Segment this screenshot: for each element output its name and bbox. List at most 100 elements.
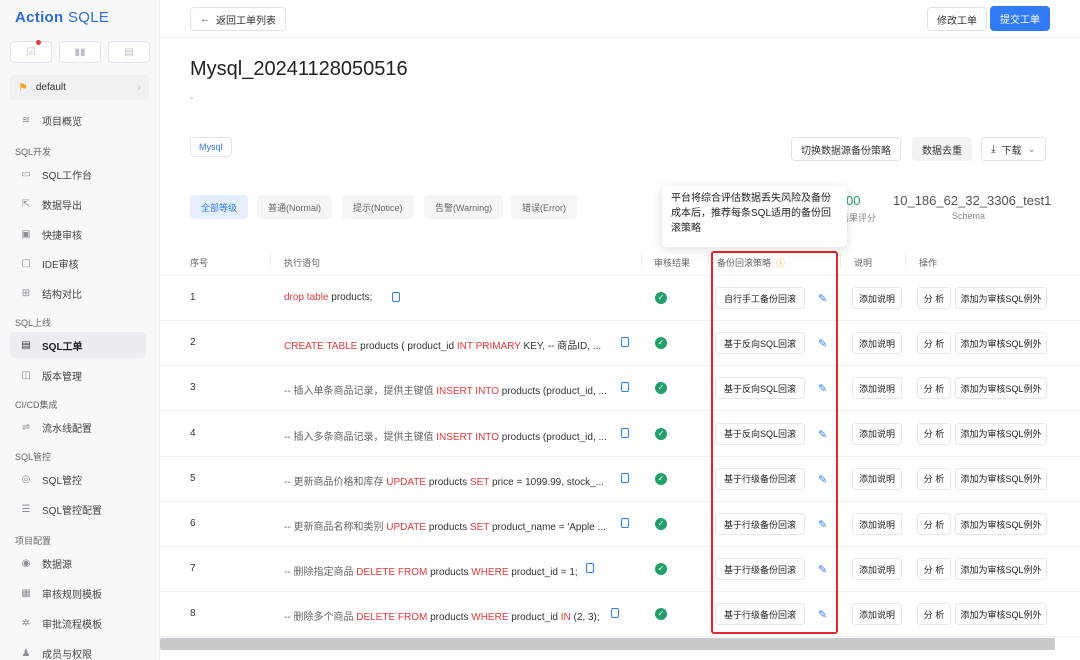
database-icon: ◉ [21, 557, 31, 569]
switch-backup-strategy-button[interactable]: 切换数据源备份策略 [791, 137, 901, 161]
row-number: 6 [190, 518, 196, 529]
sql-statement: -- 插入多条商品记录，提供主键值 INSERT INTO products (… [284, 431, 607, 443]
monitor-icon: ▭ [21, 168, 31, 180]
row-number: 8 [190, 608, 196, 620]
analyze-button[interactable]: 分 析 [917, 513, 951, 535]
add-description-button[interactable]: 添加说明 [852, 422, 902, 445]
nav-sql-workbench[interactable]: ▭ SQL工作台 [10, 161, 146, 187]
analyze-button[interactable]: 分 析 [917, 287, 951, 309]
analyze-button[interactable]: 分 析 [917, 467, 951, 490]
add-audit-exception-button[interactable]: 添加为审核SQL例外 [955, 422, 1047, 445]
members-icon: ♟ [21, 647, 31, 659]
table-row: 2 CREATE TABLE products ( product_id INT … [160, 321, 1080, 367]
level-filter-normal[interactable]: 普通(Normal) [257, 195, 332, 219]
add-description-button[interactable]: 添加说明 [852, 332, 902, 355]
nav-version-mgmt[interactable]: ◫ 版本管理 [10, 362, 146, 388]
add-description-button[interactable]: 添加说明 [852, 513, 902, 535]
level-filter-all[interactable]: 全部等级 [190, 195, 249, 219]
level-filter-warning[interactable]: 告警(Warning) [424, 195, 504, 219]
add-description-button[interactable]: 添加说明 [852, 467, 902, 490]
nav-members[interactable]: ♟ 成员与权限 [10, 640, 146, 660]
nav-ide-audit[interactable]: ▢ IDE审核 [10, 250, 146, 276]
modify-ticket-button[interactable]: 修改工单 [927, 7, 987, 31]
analyze-button[interactable]: 分 析 [917, 332, 951, 355]
compare-icon: ⊞ [21, 287, 31, 299]
sql-statement: -- 删除指定商品 DELETE FROM products WHERE pro… [284, 567, 578, 579]
nav-schema-compare[interactable]: ⊞ 结构对比 [10, 280, 146, 306]
top-bar: ← 返回工单列表 修改工单 提交工单 [160, 0, 1080, 38]
todo-icon[interactable]: ☑ [10, 40, 52, 63]
add-description-button[interactable]: 添加说明 [852, 558, 902, 581]
copy-icon[interactable] [611, 608, 619, 619]
nav-data-export[interactable]: ⇱ 数据导出 [10, 191, 146, 217]
nav-datasource[interactable]: ◉ 数据源 [10, 550, 146, 576]
check-circle-icon: ✓ [655, 427, 667, 440]
row-number: 2 [190, 337, 196, 349]
dedupe-button[interactable]: 数据去重 [912, 137, 972, 161]
level-filter-notice[interactable]: 提示(Notice) [342, 195, 414, 219]
col-description: 说明 [854, 258, 873, 268]
add-audit-exception-button[interactable]: 添加为审核SQL例外 [955, 377, 1047, 400]
nav-overview[interactable]: ≋ 项目概览 [10, 107, 146, 133]
nav-sql-control[interactable]: ◎ SQL管控 [10, 466, 146, 492]
document-icon[interactable]: ▤ [108, 41, 150, 63]
ticket-icon: ▤ [21, 339, 31, 351]
add-audit-exception-button[interactable]: 添加为审核SQL例外 [955, 332, 1047, 355]
level-filter-error[interactable]: 错误(Error) [511, 195, 577, 219]
sql-statement: -- 删除多个商品 DELETE FROM products WHERE pro… [284, 612, 600, 624]
analyze-button[interactable]: 分 析 [917, 603, 951, 626]
add-audit-exception-button[interactable]: 添加为审核SQL例外 [955, 513, 1047, 535]
check-circle-icon: ✓ [655, 518, 667, 530]
chart-icon[interactable]: ▮▮ [59, 41, 101, 63]
config-list-icon: ☰ [21, 503, 31, 515]
score-value: 00 [846, 193, 861, 208]
add-description-button[interactable]: 添加说明 [852, 377, 902, 400]
add-audit-exception-button[interactable]: 添加为审核SQL例外 [955, 287, 1047, 309]
schema-value: 10_186_62_32_3306_test1 [893, 193, 1052, 208]
analyze-button[interactable]: 分 析 [917, 422, 951, 445]
add-audit-exception-button[interactable]: 添加为审核SQL例外 [955, 603, 1047, 626]
analyze-button[interactable]: 分 析 [917, 558, 951, 581]
brand-logo[interactable]: Action SQLE [15, 9, 109, 26]
nav-sql-control-config[interactable]: ☰ SQL管控配置 [10, 496, 146, 522]
layers-icon: ≋ [21, 114, 31, 126]
col-divider [641, 253, 642, 269]
copy-icon[interactable] [621, 518, 629, 528]
ide-icon: ▢ [21, 257, 31, 269]
analyze-button[interactable]: 分 析 [917, 377, 951, 400]
chevron-down-icon: ⌄ [1027, 143, 1036, 155]
project-selector[interactable]: ⚑ default › [10, 75, 149, 100]
rule-icon: ▦ [21, 587, 31, 599]
backup-strategy-tooltip: 平台将综合评估数据丢失风险及备份成本后，推荐每条SQL适用的备份回滚策略 [662, 186, 847, 247]
nav-group-project-config: 项目配置 [15, 536, 52, 546]
add-audit-exception-button[interactable]: 添加为审核SQL例外 [955, 558, 1047, 581]
highlight-box [711, 251, 838, 634]
horizontal-scrollbar[interactable] [160, 638, 1055, 650]
copy-icon[interactable] [621, 427, 629, 438]
nav-rule-template[interactable]: ▦ 审核规则模板 [10, 580, 146, 606]
copy-icon[interactable] [621, 472, 629, 483]
main-content: ← 返回工单列表 修改工单 提交工单 Mysql_20241128050516 -… [160, 0, 1080, 660]
download-button[interactable]: ⤓ 下载 ⌄ [981, 137, 1046, 161]
add-audit-exception-button[interactable]: 添加为审核SQL例外 [955, 467, 1047, 490]
nav-pipeline[interactable]: ⇌ 流水线配置 [10, 414, 146, 440]
nav-approval-flow[interactable]: ✲ 审批流程模板 [10, 610, 146, 636]
copy-icon[interactable] [586, 563, 594, 574]
copy-icon[interactable] [621, 382, 629, 393]
row-number: 4 [190, 427, 196, 439]
sql-statement: -- 更新商品名称和类别 UPDATE products SET product… [284, 522, 606, 533]
add-description-button[interactable]: 添加说明 [852, 603, 902, 626]
nav-sql-ticket[interactable]: ▤ SQL工单 [10, 332, 146, 358]
sql-statement: -- 插入单条商品记录，提供主键值 INSERT INTO products (… [284, 386, 607, 398]
nav-group-sql-release: SQL上线 [15, 318, 52, 328]
submit-ticket-button[interactable]: 提交工单 [990, 6, 1050, 31]
back-button[interactable]: ← 返回工单列表 [190, 7, 286, 31]
db-type-tag: Mysql [190, 137, 232, 157]
copy-icon[interactable] [621, 337, 629, 348]
copy-icon[interactable] [392, 292, 400, 302]
nav-quick-audit[interactable]: ▣ 快捷审核 [10, 221, 146, 247]
export-icon: ⇱ [21, 198, 31, 210]
check-circle-icon: ✓ [655, 608, 667, 621]
add-description-button[interactable]: 添加说明 [852, 287, 902, 309]
nav-group-cicd: CI/CD集成 [15, 400, 58, 410]
